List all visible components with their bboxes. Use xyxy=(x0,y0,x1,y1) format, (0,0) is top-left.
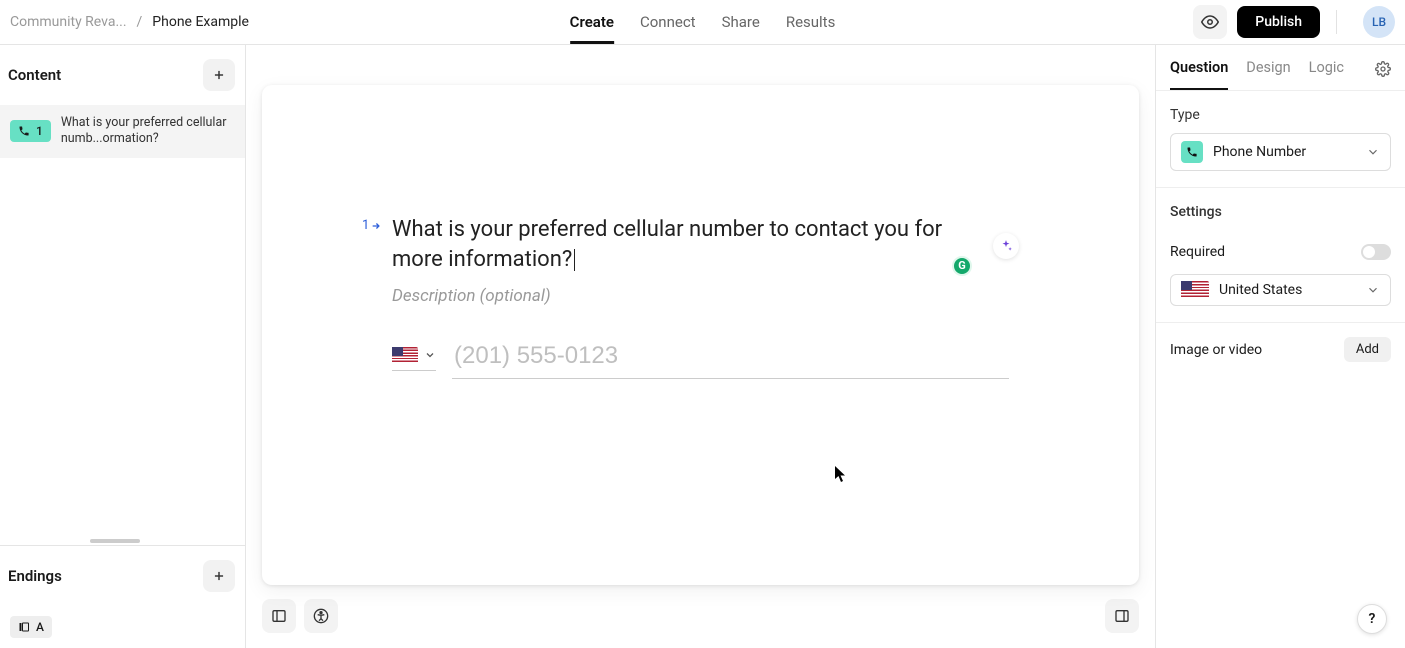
type-badge xyxy=(1181,141,1203,163)
question-badge: 1 xyxy=(10,120,51,142)
required-toggle[interactable] xyxy=(1361,244,1391,260)
plus-icon xyxy=(212,68,226,82)
text-caret xyxy=(574,249,575,271)
settings-label: Settings xyxy=(1170,204,1391,220)
eye-icon xyxy=(1201,13,1219,31)
default-country-dropdown[interactable]: United States xyxy=(1170,274,1391,306)
country-value: United States xyxy=(1219,282,1302,298)
arrow-right-icon xyxy=(371,221,381,231)
phone-number-input[interactable] xyxy=(452,338,1009,379)
panel-left-icon xyxy=(271,608,287,624)
question-item-1[interactable]: 1 What is your preferred cellular numb..… xyxy=(0,105,245,158)
breadcrumb-form-name[interactable]: Phone Example xyxy=(152,14,249,30)
settings-gear-button[interactable] xyxy=(1375,61,1391,89)
form-canvas[interactable]: 1 What is your preferred cellular number… xyxy=(262,85,1139,585)
us-flag-icon xyxy=(1181,281,1209,299)
breadcrumb: Community Reva... / Phone Example xyxy=(10,14,249,30)
right-panel: Question Design Logic Type Phone Number … xyxy=(1155,45,1405,648)
breadcrumb-separator: / xyxy=(137,14,143,30)
ai-assist-button[interactable] xyxy=(993,233,1019,259)
question-title-input[interactable]: What is your preferred cellular number t… xyxy=(392,215,952,274)
media-label: Image or video xyxy=(1170,342,1262,358)
help-button[interactable]: ? xyxy=(1357,604,1387,634)
tab-question[interactable]: Question xyxy=(1170,59,1228,90)
scroll-indicator xyxy=(90,539,140,543)
question-type-dropdown[interactable]: Phone Number xyxy=(1170,133,1391,171)
question-title-text: What is your preferred cellular number t… xyxy=(392,217,942,272)
chevron-down-icon xyxy=(1366,145,1380,159)
tab-connect[interactable]: Connect xyxy=(640,0,696,44)
canvas-area: 1 What is your preferred cellular number… xyxy=(246,45,1155,648)
required-label: Required xyxy=(1170,244,1225,260)
tab-share[interactable]: Share xyxy=(722,0,760,44)
ending-letter: A xyxy=(36,620,44,634)
description-input[interactable]: Description (optional) xyxy=(392,286,1009,306)
content-heading: Content xyxy=(8,66,61,84)
gear-icon xyxy=(1375,61,1391,77)
left-panel: Content 1 What is your preferred cellula… xyxy=(0,45,246,648)
tab-create[interactable]: Create xyxy=(570,0,614,44)
ending-item-a[interactable]: A xyxy=(0,606,245,648)
accessibility-button[interactable] xyxy=(304,599,338,633)
type-label: Type xyxy=(1170,107,1391,123)
plus-icon xyxy=(212,569,226,583)
ending-badge: A xyxy=(10,616,52,638)
collapse-left-button[interactable] xyxy=(262,599,296,633)
chevron-down-icon xyxy=(1366,283,1380,297)
country-code-dropdown[interactable] xyxy=(392,347,436,371)
qnum-text: 1 xyxy=(362,218,369,233)
preview-button[interactable] xyxy=(1193,5,1227,39)
question-preview-text: What is your preferred cellular numb...o… xyxy=(61,115,235,148)
ending-icon xyxy=(18,621,30,633)
collapse-right-button[interactable] xyxy=(1105,599,1139,633)
chevron-down-icon xyxy=(424,349,436,361)
divider xyxy=(1336,10,1337,34)
endings-heading: Endings xyxy=(8,567,62,585)
top-nav: Create Connect Share Results xyxy=(570,0,836,44)
tab-results[interactable]: Results xyxy=(786,0,836,44)
add-media-button[interactable]: Add xyxy=(1344,337,1391,362)
question-number-marker: 1 xyxy=(362,218,381,233)
avatar[interactable]: LB xyxy=(1363,6,1395,38)
panel-right-icon xyxy=(1114,608,1130,624)
question-number: 1 xyxy=(36,124,43,138)
accessibility-icon xyxy=(313,608,329,624)
type-value: Phone Number xyxy=(1213,144,1306,160)
phone-icon xyxy=(1186,146,1198,158)
us-flag-icon xyxy=(392,347,418,364)
publish-button[interactable]: Publish xyxy=(1237,6,1320,38)
breadcrumb-project[interactable]: Community Reva... xyxy=(10,14,127,30)
tab-logic[interactable]: Logic xyxy=(1309,59,1344,90)
add-ending-button[interactable] xyxy=(203,560,235,592)
phone-icon xyxy=(18,125,30,137)
sparkle-icon xyxy=(999,239,1013,253)
grammarly-icon[interactable]: G xyxy=(952,256,972,276)
add-question-button[interactable] xyxy=(203,59,235,91)
tab-design[interactable]: Design xyxy=(1246,59,1290,90)
cursor-icon xyxy=(834,465,848,483)
